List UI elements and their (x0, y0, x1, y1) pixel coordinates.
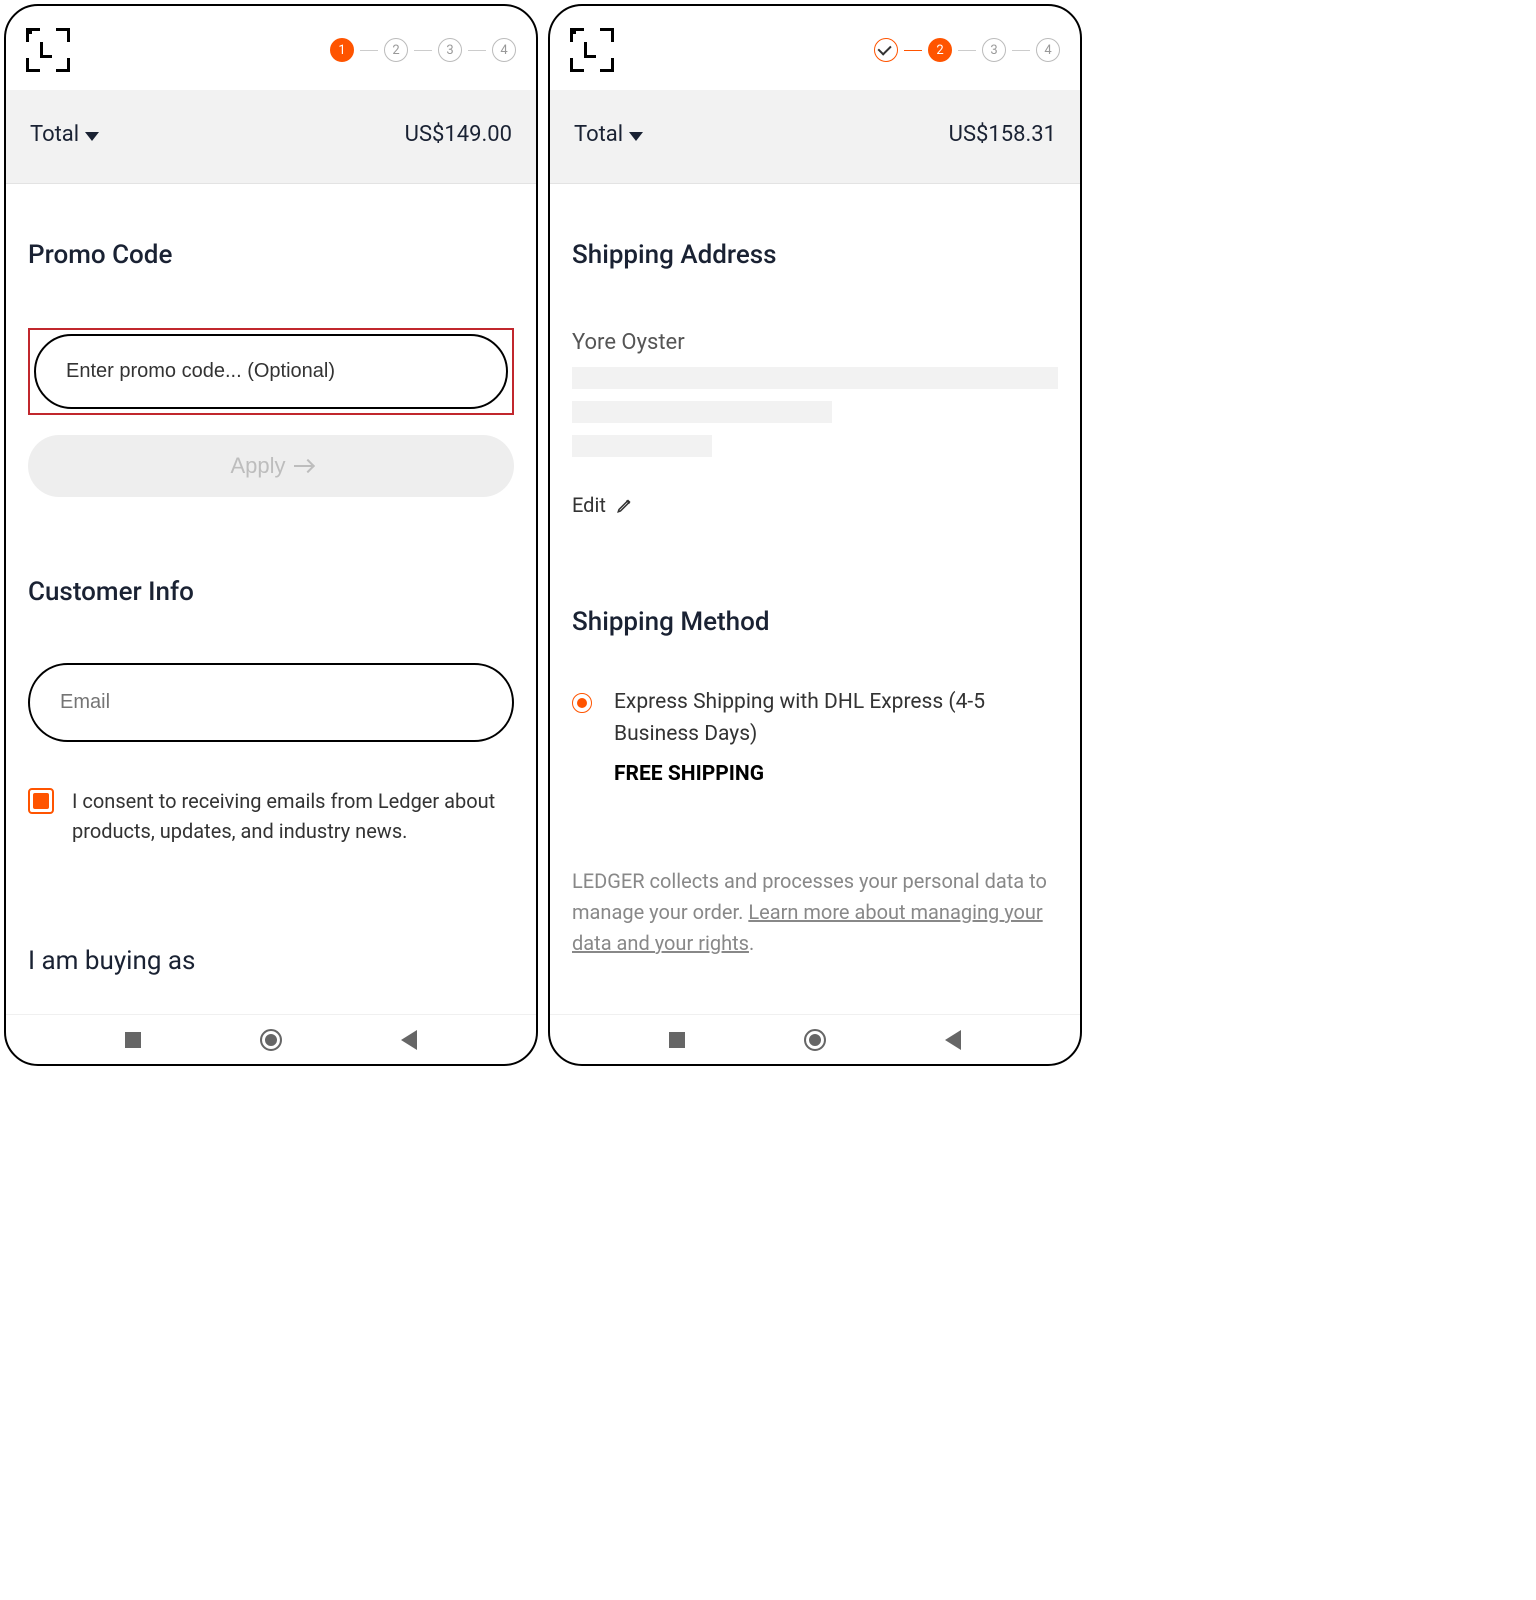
total-bar[interactable]: Total US$158.31 (550, 90, 1080, 184)
android-navbar (6, 1014, 536, 1064)
recents-icon[interactable] (669, 1032, 685, 1048)
email-input[interactable] (28, 663, 514, 742)
header: 1 2 3 4 (6, 6, 536, 90)
phone-right: 2 3 4 Total US$158.31 Shipping Address Y… (548, 4, 1082, 1066)
privacy-note: LEDGER collects and processes your perso… (572, 866, 1058, 959)
total-label: Total (574, 122, 623, 147)
customer-info-title: Customer Info (28, 577, 514, 607)
ledger-logo-icon (570, 28, 614, 72)
step-2[interactable]: 2 (928, 38, 952, 62)
apply-label: Apply (230, 453, 285, 479)
edit-label: Edit (572, 493, 606, 517)
edit-address-button[interactable]: Edit (572, 493, 1058, 517)
step-3[interactable]: 3 (438, 38, 462, 62)
check-icon (878, 42, 892, 56)
step-4[interactable]: 4 (492, 38, 516, 62)
buying-as-title: I am buying as (28, 946, 514, 976)
total-bar[interactable]: Total US$149.00 (6, 90, 536, 184)
apply-button[interactable]: Apply (28, 435, 514, 497)
back-icon[interactable] (401, 1030, 417, 1050)
ledger-logo-icon (26, 28, 70, 72)
shipping-method-title: Shipping Method (572, 607, 1058, 637)
step-1[interactable]: 1 (330, 38, 354, 62)
header: 2 3 4 (550, 6, 1080, 90)
phone-left: 1 2 3 4 Total US$149.00 Promo Code Ap (4, 4, 538, 1066)
promo-code-input[interactable] (34, 334, 508, 409)
free-shipping-label: FREE SHIPPING (614, 762, 1058, 786)
address-line-2 (572, 401, 832, 423)
address-line-1 (572, 367, 1058, 389)
checkout-steps: 2 3 4 (874, 38, 1060, 62)
promo-highlight-box (28, 328, 514, 415)
step-2[interactable]: 2 (384, 38, 408, 62)
promo-code-title: Promo Code (28, 240, 514, 270)
total-value: US$149.00 (405, 122, 512, 147)
shipping-name: Yore Oyster (572, 330, 1058, 355)
shipping-address-title: Shipping Address (572, 240, 1058, 270)
chevron-down-icon (85, 132, 99, 141)
checkout-steps: 1 2 3 4 (330, 38, 516, 62)
arrow-right-icon (294, 465, 312, 467)
pencil-icon (616, 496, 634, 514)
step-1-done[interactable] (874, 38, 898, 62)
total-label: Total (30, 122, 79, 147)
shipping-option-label: Express Shipping with DHL Express (4-5 B… (614, 687, 1058, 750)
consent-label: I consent to receiving emails from Ledge… (72, 786, 514, 846)
android-navbar (550, 1014, 1080, 1064)
home-icon[interactable] (804, 1029, 826, 1051)
home-icon[interactable] (260, 1029, 282, 1051)
shipping-option-radio[interactable] (572, 693, 592, 713)
consent-checkbox[interactable] (28, 788, 54, 814)
chevron-down-icon (629, 132, 643, 141)
total-value: US$158.31 (949, 122, 1056, 147)
address-line-3 (572, 435, 712, 457)
step-3[interactable]: 3 (982, 38, 1006, 62)
recents-icon[interactable] (125, 1032, 141, 1048)
step-4[interactable]: 4 (1036, 38, 1060, 62)
back-icon[interactable] (945, 1030, 961, 1050)
